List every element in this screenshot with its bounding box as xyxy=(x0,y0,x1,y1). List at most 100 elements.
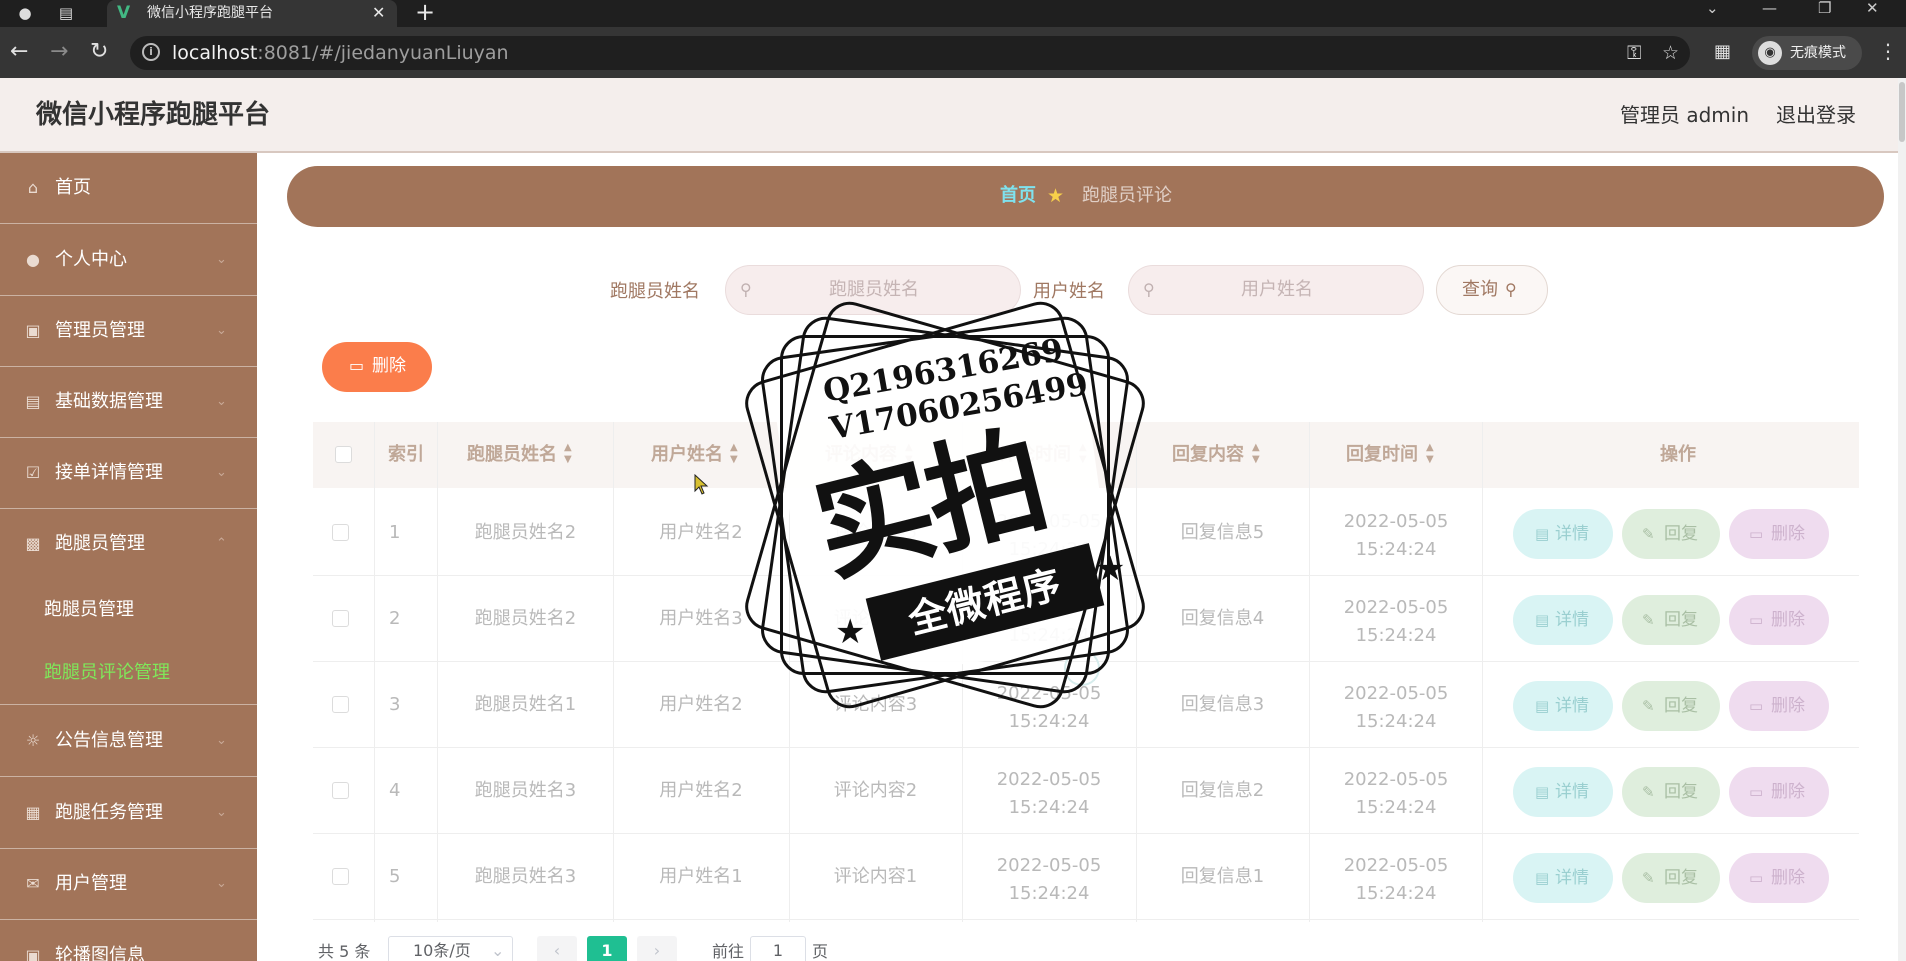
current-page[interactable]: 1 xyxy=(587,936,627,961)
edit-icon: ✎ xyxy=(1642,525,1655,543)
sidebar-item-users[interactable]: ✉ 用户管理 ⌄ xyxy=(0,849,257,920)
forward-icon[interactable]: → xyxy=(50,39,68,65)
detail-button[interactable]: ▤ 详情 xyxy=(1513,509,1613,559)
delete-button[interactable]: ▭ 删除 xyxy=(1729,595,1829,645)
pagination-total: 共 5 条 xyxy=(318,942,371,961)
minimize-icon[interactable]: — xyxy=(1762,0,1777,16)
sidebar-subitem-runner[interactable]: 跑腿员管理 xyxy=(0,580,257,640)
sidebar-item-carousel[interactable]: ▣ 轮播图信息 xyxy=(0,921,257,961)
restore-icon[interactable]: ❐ xyxy=(1818,0,1831,16)
reply-button[interactable]: ✎ 回复 xyxy=(1622,509,1720,559)
delete-button[interactable]: ▭ 删除 xyxy=(1729,853,1829,903)
delete-button[interactable]: ▭ 删除 xyxy=(1729,509,1829,559)
goto-page-input[interactable]: 1 xyxy=(750,936,806,961)
sort-icon[interactable]: ▲ ▼ xyxy=(1252,442,1260,466)
chevron-down-icon: ⌄ xyxy=(216,394,227,409)
checklist-icon: ☑ xyxy=(25,463,41,482)
prev-page-button[interactable]: ‹ xyxy=(537,936,577,961)
cell-user-name: 用户姓名2 xyxy=(659,780,743,801)
detail-button[interactable]: ▤ 详情 xyxy=(1513,595,1613,645)
key-icon[interactable]: ⚿ xyxy=(1627,42,1641,64)
close-window-icon[interactable]: ✕ xyxy=(1866,0,1879,16)
sidebar-item-runner-management[interactable]: ▩ 跑腿员管理 ⌃ xyxy=(0,509,257,580)
row-checkbox[interactable] xyxy=(332,610,349,627)
header-runner-name[interactable]: 跑腿员姓名 xyxy=(467,443,557,467)
sort-icon[interactable]: ▲ ▼ xyxy=(730,442,738,466)
delete-button[interactable]: ▭ 删除 xyxy=(1729,681,1829,731)
detail-button[interactable]: ▤ 详情 xyxy=(1513,767,1613,817)
sidebar-subitem-label: 跑腿员管理 xyxy=(44,599,134,620)
sidebar-item-label: 首页 xyxy=(55,177,91,198)
cell-comment: 评论内容4 xyxy=(833,608,918,629)
reply-button[interactable]: ✎ 回复 xyxy=(1622,853,1720,903)
back-icon[interactable]: ← xyxy=(10,39,28,65)
delete-label: 删除 xyxy=(1771,868,1805,888)
sidebar-item-admin-management[interactable]: ▣ 管理员管理 ⌄ xyxy=(0,296,257,367)
reply-button[interactable]: ✎ 回复 xyxy=(1622,767,1720,817)
reply-label: 回复 xyxy=(1664,868,1698,888)
reply-button[interactable]: ✎ 回复 xyxy=(1622,595,1720,645)
table-row[interactable]: 2 跑腿员姓名2 用户姓名3 评论内容4 2022-05-05 15:24:24… xyxy=(313,576,1859,662)
tab-search-icon[interactable]: ⌄ xyxy=(1706,0,1719,16)
header-comment-time[interactable]: 评论时间 xyxy=(999,443,1071,467)
cell-comment-time: 2022-05-05 15:24:24 xyxy=(996,511,1102,560)
tab-group-icon[interactable]: ▤ xyxy=(55,2,77,24)
query-button[interactable]: 查询 ⚲ xyxy=(1436,265,1548,315)
page-scrollbar-thumb[interactable] xyxy=(1899,82,1905,142)
sidebar-item-tasks[interactable]: ▦ 跑腿任务管理 ⌄ xyxy=(0,778,257,849)
sidebar-item-base-data[interactable]: ▤ 基础数据管理 ⌄ xyxy=(0,367,257,438)
header-comment[interactable]: 评论内容 xyxy=(825,443,897,467)
trash-icon: ▭ xyxy=(1749,783,1764,801)
next-page-button[interactable]: › xyxy=(637,936,677,961)
browser-tab[interactable]: V 微信小程序跑腿平台 ✕ xyxy=(107,0,397,27)
grid-icon: ▦ xyxy=(25,803,41,822)
row-checkbox[interactable] xyxy=(332,868,349,885)
row-checkbox[interactable] xyxy=(332,782,349,799)
sidebar-item-order-details[interactable]: ☑ 接单详情管理 ⌄ xyxy=(0,438,257,509)
table-row[interactable]: 1 跑腿员姓名2 用户姓名2 评论内容5 2022-05-05 15:24:24… xyxy=(313,490,1859,576)
incognito-badge[interactable]: ◉ 无痕模式 xyxy=(1752,36,1862,70)
sort-icon[interactable]: ▲ ▼ xyxy=(1426,442,1434,466)
cell-comment: 评论内容3 xyxy=(833,694,918,715)
sort-icon[interactable]: ▲ ▼ xyxy=(905,442,913,466)
site-info-icon[interactable]: i xyxy=(142,43,160,61)
browser-menu-icon[interactable]: ⋮ xyxy=(1878,39,1898,63)
url-field[interactable]: i localhost:8081/#/jiedanyuanLiuyan ⚿ ☆ xyxy=(130,36,1690,70)
chevron-down-icon: ⌄ xyxy=(216,252,227,267)
row-checkbox[interactable] xyxy=(332,524,349,541)
sidebar-item-home[interactable]: ⌂ 首页 xyxy=(0,153,257,224)
sidebar-subitem-runner-comments[interactable]: 跑腿员评论管理 xyxy=(0,643,257,705)
header-user-name[interactable]: 用户姓名 xyxy=(651,443,723,467)
user-name-input[interactable]: ⚲ 用户姓名 xyxy=(1128,265,1424,315)
sidebar-item-personal-center[interactable]: ● 个人中心 ⌄ xyxy=(0,225,257,296)
sidebar-item-announcements[interactable]: ☼ 公告信息管理 ⌄ xyxy=(0,706,257,777)
reading-list-icon[interactable]: ▦ xyxy=(1714,39,1731,65)
chevron-down-icon: ⌄ xyxy=(216,733,227,748)
reply-button[interactable]: ✎ 回复 xyxy=(1622,681,1720,731)
new-tab-icon[interactable]: + xyxy=(415,0,435,24)
breadcrumb-home[interactable]: 首页 xyxy=(1000,184,1036,208)
delete-button[interactable]: ▭ 删除 xyxy=(1729,767,1829,817)
header-reply[interactable]: 回复内容 xyxy=(1172,443,1244,467)
sort-icon[interactable]: ▲ ▼ xyxy=(1079,442,1087,466)
logout-link[interactable]: 退出登录 xyxy=(1776,102,1856,128)
select-all-checkbox[interactable] xyxy=(335,446,352,463)
detail-button[interactable]: ▤ 详情 xyxy=(1513,681,1613,731)
table-row[interactable]: 5 跑腿员姓名3 用户姓名1 评论内容1 2022-05-05 15:24:24… xyxy=(313,834,1859,920)
runner-name-input[interactable]: ⚲ 跑腿员姓名 xyxy=(725,265,1021,315)
bookmark-star-icon[interactable]: ☆ xyxy=(1662,42,1679,64)
bulk-delete-button[interactable]: ▭ 删除 xyxy=(322,342,432,392)
page-size-select[interactable]: 10条/页 ⌄ xyxy=(388,936,513,961)
globe-icon[interactable]: ● xyxy=(14,2,36,24)
detail-button[interactable]: ▤ 详情 xyxy=(1513,853,1613,903)
close-tab-icon[interactable]: ✕ xyxy=(372,2,385,24)
row-checkbox[interactable] xyxy=(332,696,349,713)
chevron-down-icon: ⌄ xyxy=(216,323,227,338)
header-reply-time[interactable]: 回复时间 xyxy=(1346,443,1418,467)
page-scrollbar[interactable] xyxy=(1898,78,1906,961)
document-icon: ▤ xyxy=(1535,869,1550,887)
table-row[interactable]: 4 跑腿员姓名3 用户姓名2 评论内容2 2022-05-05 15:24:24… xyxy=(313,748,1859,834)
cell-runner-name: 跑腿员姓名3 xyxy=(474,780,577,801)
sort-icon[interactable]: ▲ ▼ xyxy=(564,442,572,466)
reload-icon[interactable]: ↻ xyxy=(90,39,108,65)
